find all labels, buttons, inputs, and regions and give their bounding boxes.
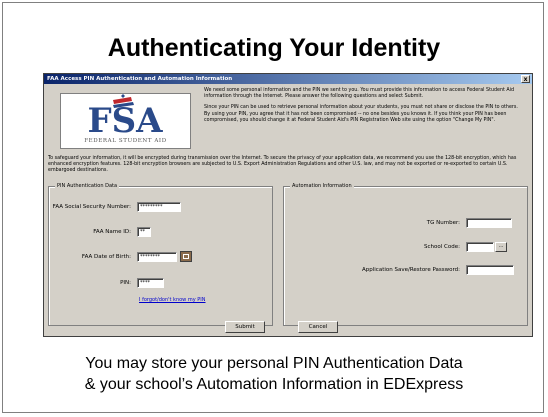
- submit-button[interactable]: Submit: [225, 321, 265, 333]
- password-label: Application Save/Restore Password:: [362, 267, 460, 273]
- browse-button[interactable]: ...: [495, 242, 507, 252]
- tg-number-field[interactable]: [466, 218, 512, 228]
- dob-field[interactable]: ********: [137, 252, 177, 262]
- school-code-label: School Code:: [424, 244, 460, 250]
- automation-information-group: Automation Information TG Number: School…: [283, 183, 528, 326]
- ssn-label: FAA Social Security Number:: [52, 204, 131, 210]
- pin-authentication-dialog: FAA Access PIN Authentication and Automa…: [43, 73, 533, 337]
- automation-group-legend: Automation Information: [290, 183, 354, 189]
- forgot-pin-link[interactable]: I forgot/don't know my PIN: [139, 297, 206, 303]
- password-field[interactable]: [466, 265, 514, 275]
- slide-title: Authenticating Your Identity: [107, 34, 441, 62]
- safeguard-text: To safeguard your information, it will b…: [48, 156, 517, 174]
- pin-field[interactable]: ****: [137, 278, 164, 288]
- caption-line: You may store your personal PIN Authenti…: [85, 355, 463, 372]
- school-code-field[interactable]: [466, 242, 494, 252]
- dob-label: FAA Date of Birth:: [81, 254, 131, 260]
- fsa-logo-subtitle: FEDERAL STUDENT AID: [84, 138, 167, 144]
- calendar-button[interactable]: [180, 251, 192, 262]
- tg-number-label: TG Number:: [426, 220, 460, 226]
- ssn-field[interactable]: *********: [137, 202, 181, 212]
- intro-paragraph: We need some personal information and th…: [204, 88, 515, 100]
- pin-label: PIN:: [120, 280, 131, 286]
- name-id-label: FAA Name ID:: [93, 229, 131, 235]
- name-id-field[interactable]: **: [137, 227, 151, 237]
- dialog-title: FAA Access PIN Authentication and Automa…: [47, 76, 233, 82]
- close-button[interactable]: x: [521, 75, 530, 83]
- intro-text: We need some personal information and th…: [204, 88, 524, 129]
- cancel-button[interactable]: Cancel: [298, 321, 338, 333]
- caption-line: & your school’s Automation Information i…: [84, 376, 464, 393]
- fsa-logo-graphic: FSA: [87, 94, 163, 138]
- dialog-titlebar: FAA Access PIN Authentication and Automa…: [44, 74, 532, 84]
- intro-paragraph: Since your PIN can be used to retrieve p…: [204, 105, 518, 123]
- pin-group-legend: PIN Authentication Data: [55, 183, 120, 189]
- pin-authentication-group: PIN Authentication Data FAA Social Secur…: [48, 183, 273, 326]
- fsa-logo-letters: FSA: [87, 101, 163, 138]
- fsa-logo: FSA FEDERAL STUDENT AID: [60, 93, 191, 149]
- slide-caption: You may store your personal PIN Authenti…: [0, 353, 548, 395]
